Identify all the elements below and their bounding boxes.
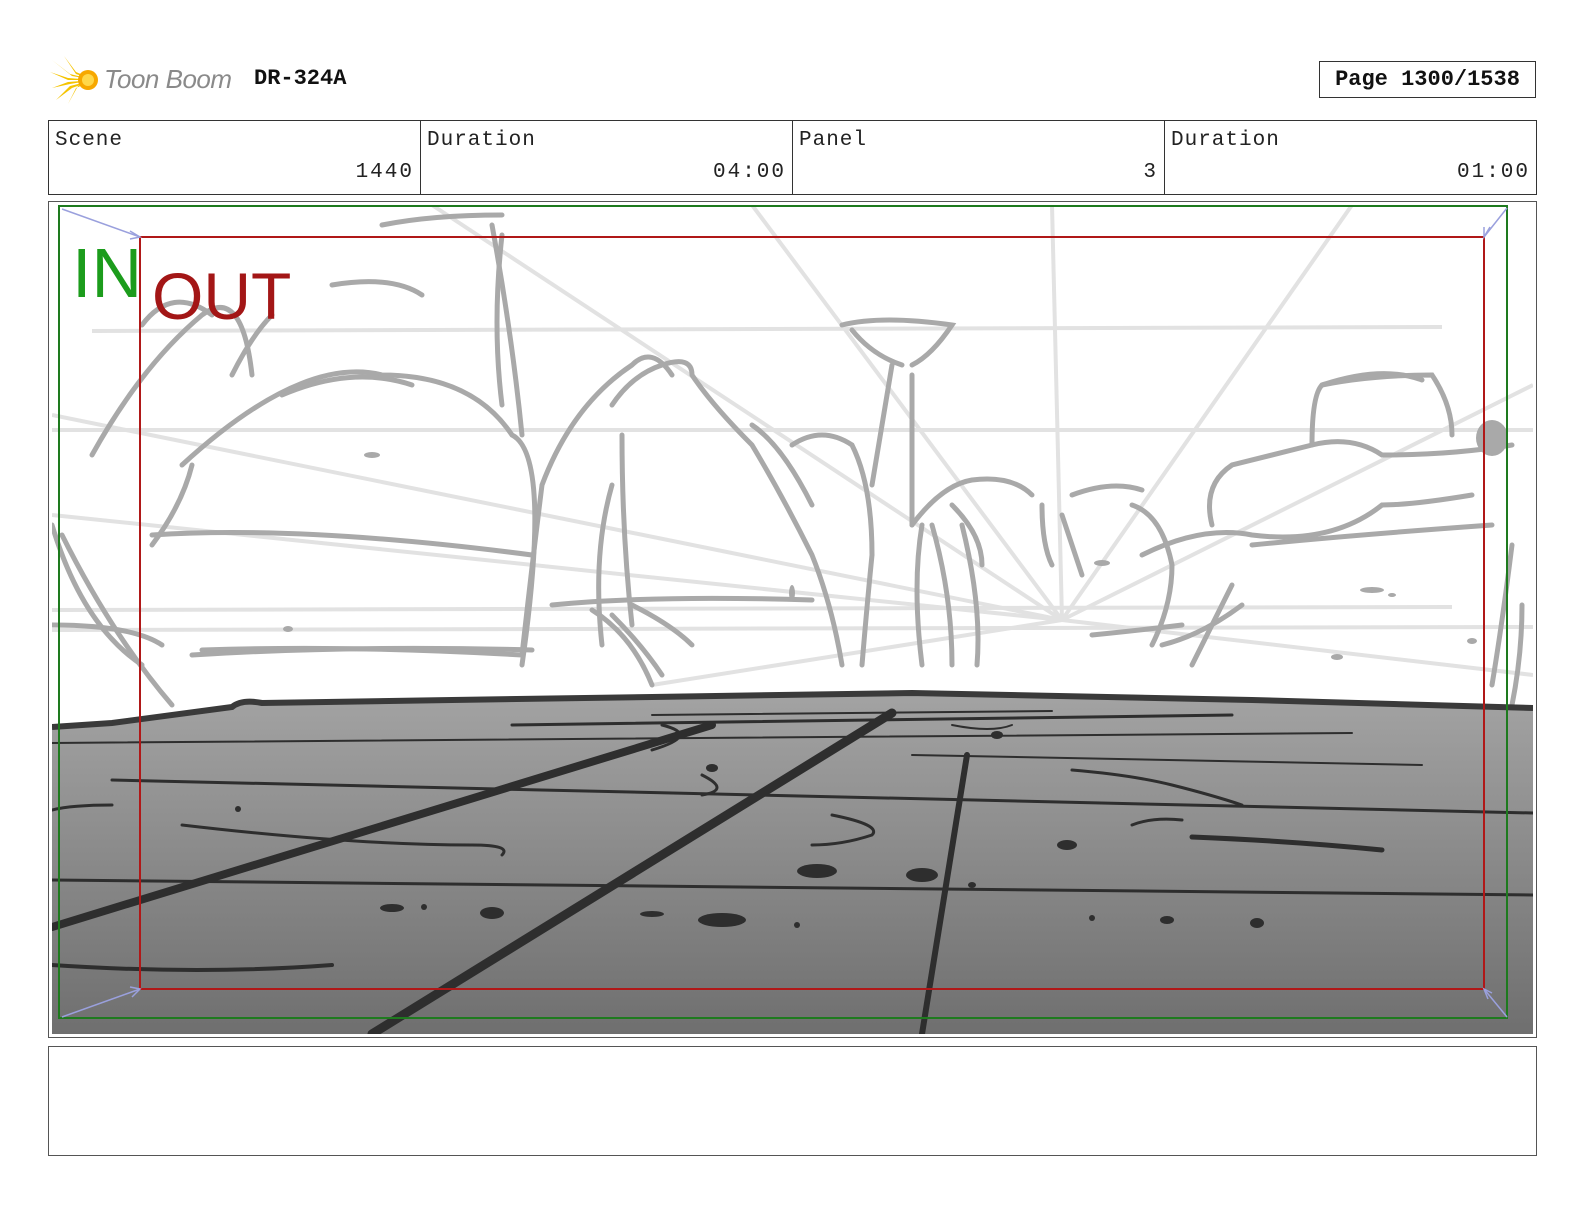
- panel-label: Panel: [799, 129, 868, 152]
- scene-duration-value: 04:00: [712, 161, 786, 184]
- panel-duration-value: 01:00: [1456, 161, 1530, 184]
- panel-duration-cell: Duration 01:00: [1165, 121, 1536, 194]
- info-table: Scene 1440 Duration 04:00 Panel 3 Durati…: [48, 120, 1537, 195]
- scene-label: Scene: [55, 129, 124, 152]
- scene-value: 1440: [355, 161, 414, 184]
- panel-duration-label: Duration: [1171, 129, 1280, 152]
- scene-duration-label: Duration: [427, 129, 536, 152]
- logo-text: Toon Boom: [104, 64, 232, 94]
- panel-drawing: IN OUT: [52, 205, 1533, 1034]
- ground-plane: [52, 693, 1533, 1034]
- production-code: DR-324A: [254, 66, 347, 91]
- out-label: OUT: [152, 259, 291, 333]
- notes-box: [48, 1046, 1537, 1156]
- page-number: Page 1300/1538: [1319, 61, 1536, 98]
- panel-value: 3: [1143, 161, 1158, 184]
- panel-cell: Panel 3: [793, 121, 1165, 194]
- in-label: IN: [72, 234, 142, 312]
- starburst-icon: [50, 56, 98, 104]
- scene-duration-cell: Duration 04:00: [421, 121, 793, 194]
- scene-cell: Scene 1440: [49, 121, 421, 194]
- toon-boom-logo: Toon Boom: [50, 54, 240, 106]
